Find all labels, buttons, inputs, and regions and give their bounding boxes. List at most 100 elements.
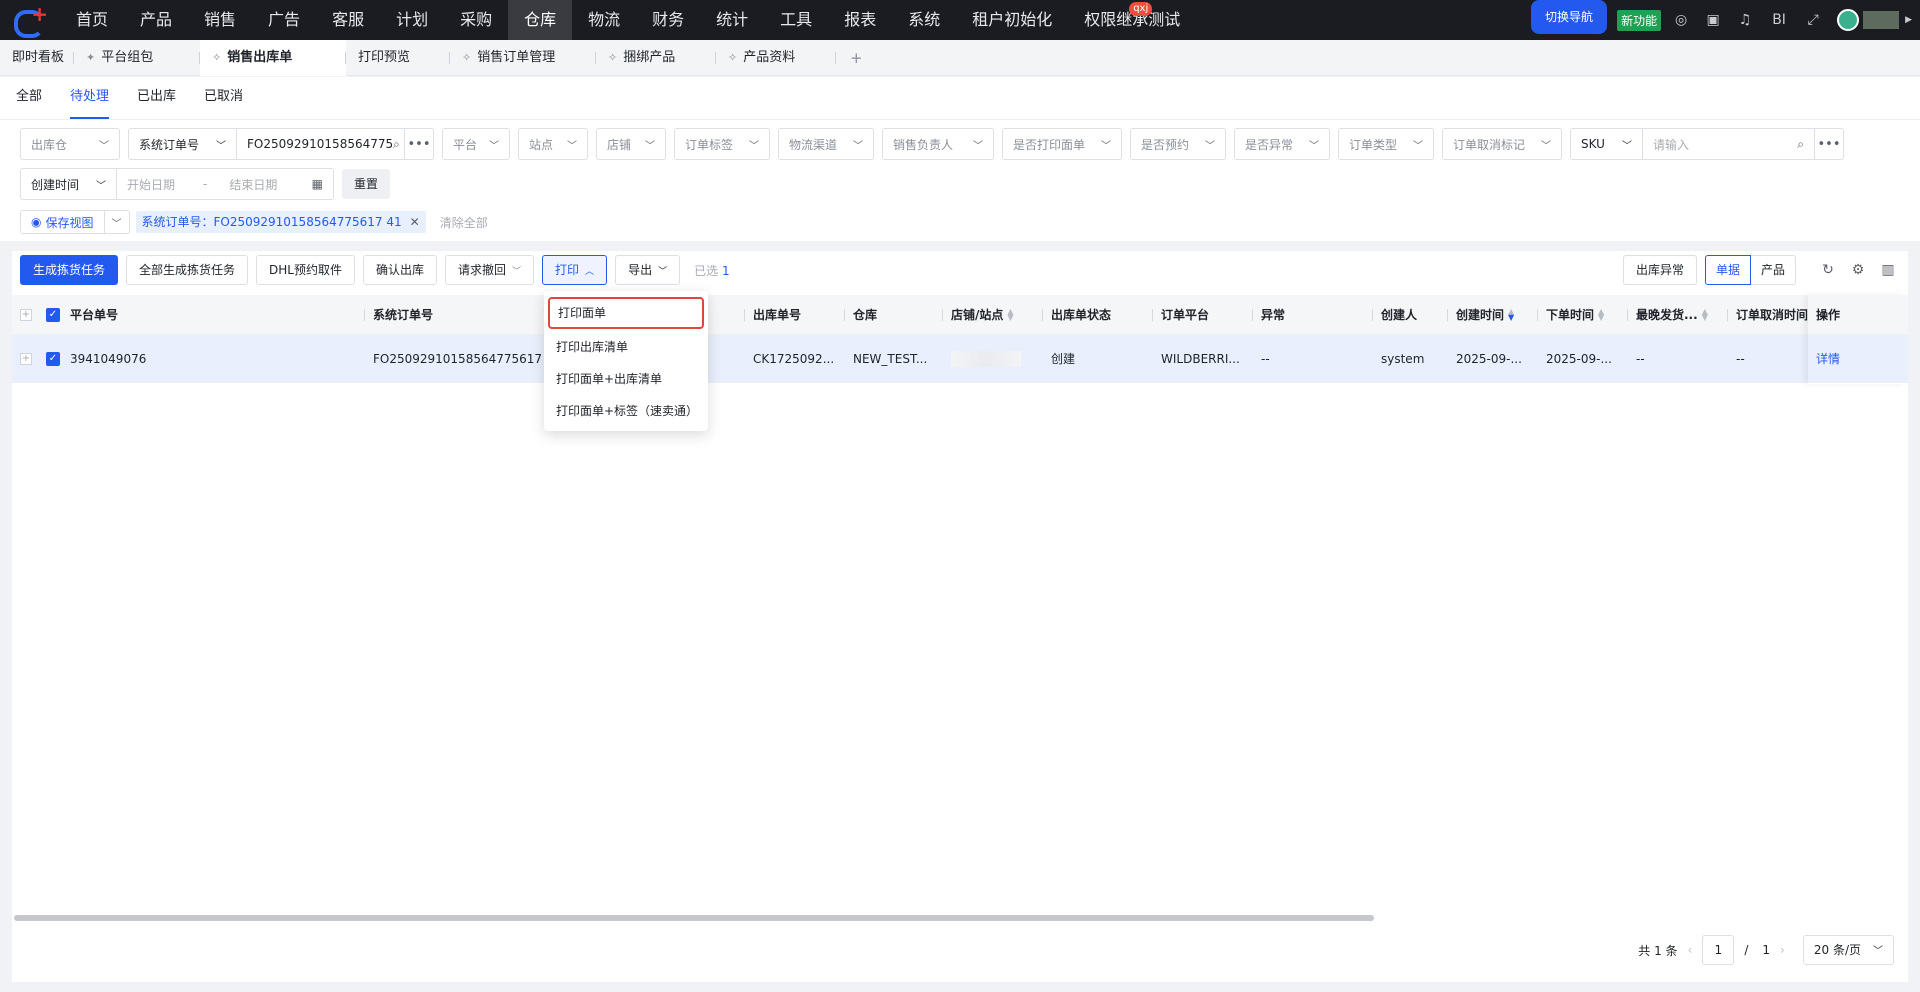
- reset-button[interactable]: 重置: [342, 169, 391, 199]
- sku-input[interactable]: 请输入 ⌕: [1643, 129, 1815, 159]
- pin-icon[interactable]: ✦: [86, 51, 95, 64]
- page-size-select[interactable]: 20 条/页 ﹀: [1802, 935, 1894, 965]
- column-header-13[interactable]: 订单取消时间: [1728, 295, 1808, 334]
- expand-row-icon[interactable]: +: [20, 353, 32, 365]
- table-row[interactable]: + ✓ 3941049076 FO25092910158564775617 CK1725…: [12, 335, 1908, 383]
- nav-item-13[interactable]: 系统: [892, 0, 956, 40]
- print-menu-item-1[interactable]: 打印出库清单: [544, 331, 708, 363]
- print-menu-item-0[interactable]: 打印面单: [548, 297, 704, 329]
- column-header-0[interactable]: 平台单号: [62, 295, 365, 334]
- column-header-9[interactable]: 创建人: [1373, 295, 1448, 334]
- nav-item-1[interactable]: 产品: [124, 0, 188, 40]
- more-icon[interactable]: •••: [1815, 129, 1843, 159]
- close-icon[interactable]: ✕: [410, 215, 420, 229]
- status-tab-2[interactable]: 已出库: [137, 77, 176, 119]
- pin-outline-icon[interactable]: ✧: [728, 51, 737, 64]
- nav-item-7[interactable]: 仓库: [508, 0, 573, 40]
- dhl-pickup-button[interactable]: DHL预约取件: [256, 255, 355, 285]
- cancel-mark-select[interactable]: 订单取消标记 ﹀: [1442, 128, 1562, 160]
- order-type-select[interactable]: 订单类型 ﹀: [1338, 128, 1434, 160]
- pin-outline-icon[interactable]: ✧: [212, 51, 221, 64]
- nav-item-9[interactable]: 财务: [636, 0, 700, 40]
- confirm-outbound-button[interactable]: 确认出库: [362, 255, 437, 285]
- time-type-select[interactable]: 创建时间 ﹀: [21, 169, 117, 199]
- print-menu-item-3[interactable]: 打印面单+标签（速卖通）: [544, 395, 708, 427]
- bell-icon[interactable]: ♫: [1737, 12, 1753, 28]
- platform-select[interactable]: 平台 ﹀: [442, 128, 510, 160]
- status-tab-0[interactable]: 全部: [16, 77, 42, 119]
- logistics-select[interactable]: 物流渠道 ﹀: [778, 128, 874, 160]
- expand-all-icon[interactable]: +: [20, 309, 32, 321]
- column-header-8[interactable]: 异常: [1253, 295, 1373, 334]
- search-input[interactable]: FO25092910158564775 ⌕: [237, 129, 405, 159]
- status-tab-1[interactable]: 待处理: [70, 77, 110, 119]
- generate-all-pick-task-button[interactable]: 全部生成拣货任务: [126, 255, 249, 285]
- column-header-3[interactable]: 出库单号: [745, 295, 845, 334]
- row-checkbox[interactable]: ✓: [46, 352, 60, 366]
- nav-item-0[interactable]: 首页: [60, 0, 124, 40]
- logo[interactable]: [0, 0, 60, 40]
- select-all-checkbox[interactable]: ✓: [46, 308, 60, 322]
- status-tab-3[interactable]: 已取消: [204, 77, 243, 119]
- site-select[interactable]: 站点 ﹀: [518, 128, 588, 160]
- sort-desc-icon[interactable]: ▲ ▼: [1508, 307, 1514, 321]
- warehouse-select[interactable]: 出库仓 ﹀: [20, 128, 120, 160]
- nav-item-6[interactable]: 采购: [444, 0, 508, 40]
- search-icon[interactable]: ⌕: [393, 137, 400, 152]
- view-product-button[interactable]: 产品: [1750, 255, 1796, 285]
- tab-6[interactable]: ✧ 产品资料: [716, 40, 836, 76]
- scrollbar-thumb[interactable]: [14, 915, 1374, 921]
- avatar[interactable]: [1837, 9, 1860, 31]
- more-icon[interactable]: •••: [405, 129, 433, 159]
- export-button[interactable]: 导出 ﹀: [615, 255, 681, 285]
- pin-outline-icon[interactable]: ✧: [462, 51, 471, 64]
- store-select[interactable]: 店铺 ﹀: [596, 128, 666, 160]
- prev-page-icon[interactable]: ‹: [1688, 943, 1693, 957]
- new-feature-badge[interactable]: 新功能: [1617, 9, 1662, 31]
- column-header-4[interactable]: 仓库: [845, 295, 943, 334]
- column-header-11[interactable]: 下单时间 ▲ ▼: [1538, 295, 1628, 334]
- horizontal-scrollbar[interactable]: [12, 914, 1908, 922]
- column-header-7[interactable]: 订单平台: [1153, 295, 1253, 334]
- sort-icon[interactable]: ▲ ▼: [1598, 307, 1604, 321]
- switch-navigation-button[interactable]: 切换导航: [1531, 0, 1608, 34]
- page-input[interactable]: 1: [1702, 935, 1735, 965]
- nav-item-2[interactable]: 销售: [188, 0, 252, 40]
- add-tab-button[interactable]: +: [836, 40, 875, 76]
- nav-item-14[interactable]: 租户初始化: [956, 0, 1068, 40]
- reserved-select[interactable]: 是否预约 ﹀: [1130, 128, 1226, 160]
- save-view-button[interactable]: ◉ 保存视图: [21, 211, 105, 233]
- bi-link[interactable]: BI: [1769, 12, 1789, 28]
- save-view-dropdown[interactable]: ﹀: [105, 211, 129, 233]
- tab-4[interactable]: ✧ 销售订单管理: [450, 40, 596, 76]
- nav-item-5[interactable]: 计划: [380, 0, 444, 40]
- generate-pick-task-button[interactable]: 生成拣货任务: [20, 255, 119, 285]
- search-type-select[interactable]: 系统订单号 ﹀: [129, 129, 237, 159]
- pin-outline-icon[interactable]: ✧: [608, 51, 617, 64]
- refresh-icon[interactable]: ↻: [1820, 262, 1836, 278]
- fullscreen-icon[interactable]: ⤢: [1805, 12, 1821, 28]
- calendar-check-icon[interactable]: ▣: [1705, 12, 1721, 28]
- columns-icon[interactable]: ▥: [1880, 262, 1896, 278]
- date-range-input[interactable]: 开始日期 - 结束日期 ▦: [117, 169, 333, 199]
- tab-1[interactable]: ✦ 平台组包: [74, 40, 200, 76]
- order-tag-select[interactable]: 订单标签 ﹀: [674, 128, 770, 160]
- column-header-12[interactable]: 最晚发货... ▲ ▼: [1628, 295, 1728, 334]
- tab-3[interactable]: 打印预览: [346, 40, 450, 76]
- sort-icon[interactable]: ▲ ▼: [1702, 307, 1708, 321]
- print-button[interactable]: 打印 ︿: [542, 255, 608, 285]
- request-withdraw-button[interactable]: 请求撤回 ﹀: [445, 255, 535, 285]
- caret-right-icon[interactable]: ▶: [1905, 15, 1912, 25]
- printed-select[interactable]: 是否打印面单 ﹀: [1002, 128, 1122, 160]
- clear-all-link[interactable]: 清除全部: [440, 214, 488, 231]
- column-header-10[interactable]: 创建时间 ▲ ▼: [1448, 295, 1538, 334]
- gear-icon[interactable]: ⚙: [1850, 262, 1866, 278]
- next-page-icon[interactable]: ›: [1780, 943, 1785, 957]
- nav-item-11[interactable]: 工具: [764, 0, 828, 40]
- tab-2[interactable]: ✧ 销售出库单: [200, 40, 346, 76]
- user-name-redacted[interactable]: [1863, 11, 1900, 29]
- help-circle-icon[interactable]: ◎: [1673, 12, 1689, 28]
- view-document-button[interactable]: 单据: [1704, 255, 1751, 285]
- abnormal-select[interactable]: 是否异常 ﹀: [1234, 128, 1330, 160]
- nav-item-8[interactable]: 物流: [572, 0, 636, 40]
